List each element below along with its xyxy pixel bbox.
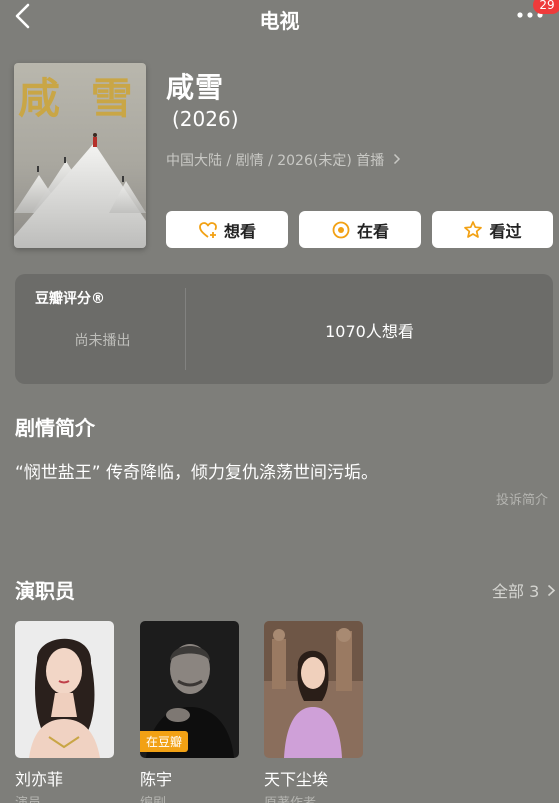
chevron-right-icon [393,153,400,165]
report-synopsis-link[interactable]: 投诉简介 [496,489,548,508]
watching-label: 在看 [356,221,389,241]
cast-name: 天下尘埃 [264,770,329,789]
cast-name: 刘亦菲 [15,770,64,789]
cast-role: 原著作者 [264,792,363,803]
watching-button[interactable]: 在看 [299,211,421,248]
cast-photo [264,621,363,758]
cast-member-card[interactable]: 刘亦菲 演员 [15,621,114,803]
want-to-watch-label: 想看 [223,221,256,241]
cast-photo: 在豆瓣 [140,621,239,758]
show-meta-link[interactable]: 中国大陆 / 剧情 / 2026(未定) 首播 [166,150,401,170]
cast-member-card[interactable]: 在豆瓣 陈宇 编剧 [140,621,239,803]
cast-view-all-link[interactable]: 全部 3 [492,578,556,602]
want-count: 1070人想看 [325,322,414,341]
synopsis-text: “悯世盐王” 传奇降临，倾力复仇涤荡世间污垢。 [15,463,379,483]
cast-heading: 演职员 [15,579,75,603]
want-to-watch-button[interactable]: 想看 [166,211,288,248]
cast-role: 编剧 [140,792,239,803]
chevron-right-icon [548,584,556,597]
douban-rating-label: 豆瓣评分® [35,291,105,307]
watched-button[interactable]: 看过 [432,211,553,248]
rating-card[interactable]: 豆瓣评分® 尚未播出 1070人想看 [15,274,553,384]
show-year: (2026) [172,107,239,131]
cast-name: 陈宇 [140,770,173,789]
cast-member-card[interactable]: 天下尘埃 原著作者 [264,621,363,803]
cast-photo [15,621,114,758]
page-title: 电视 [259,9,300,33]
cast-view-all-label: 全部 3 [492,582,540,601]
poster-title-calligraphy: 咸 雪 [18,74,141,123]
synopsis-heading: 剧情简介 [15,416,95,440]
star-outline-icon [464,220,483,238]
heart-plus-icon [199,221,217,238]
rating-status: 尚未播出 [74,333,131,349]
cast-role: 演员 [15,792,114,803]
show-meta-text: 中国大陆 / 剧情 / 2026(未定) 首播 [166,153,385,169]
poster-image[interactable]: 咸 雪 [14,63,146,248]
target-circle-icon [332,221,350,238]
watched-label: 看过 [489,221,522,241]
douban-tag: 在豆瓣 [140,731,189,752]
show-title: 咸雪 [166,71,225,104]
notification-badge[interactable]: 29 [533,0,559,14]
